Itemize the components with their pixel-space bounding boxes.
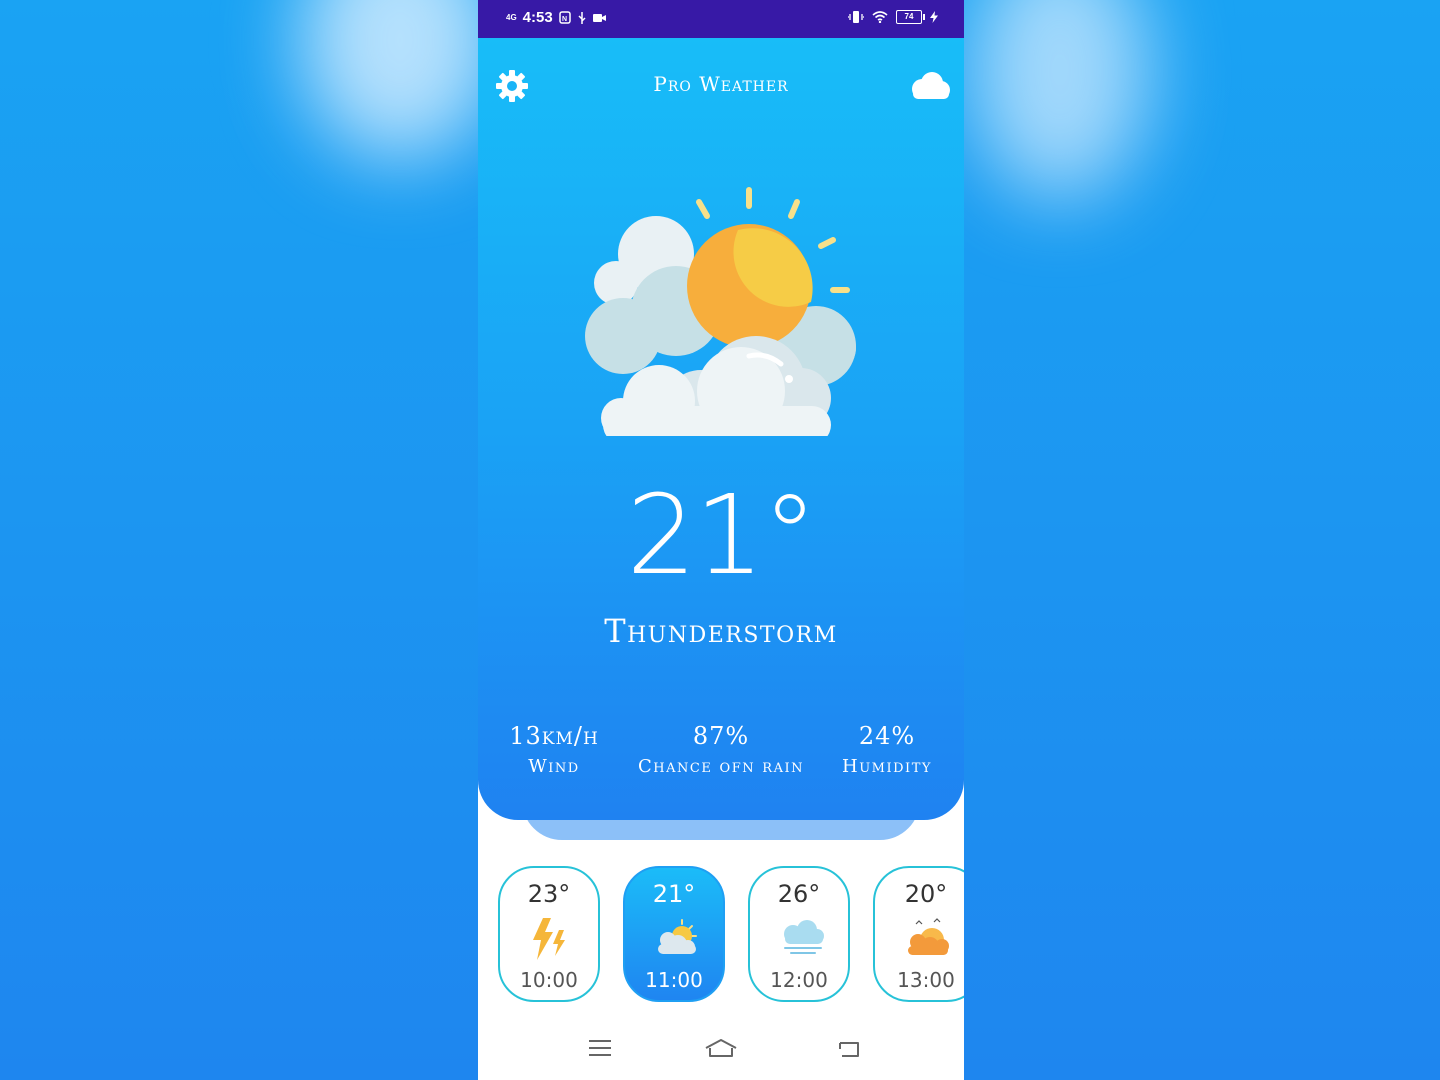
rain-chance-value: 87% [692, 722, 750, 750]
home-icon[interactable] [704, 1038, 738, 1058]
video-icon [592, 13, 606, 22]
fog-cloud-icon [784, 920, 824, 954]
back-icon[interactable] [836, 1038, 862, 1058]
hourly-card-1100[interactable]: 21° 11:00 [623, 866, 725, 1002]
phone-screen: 4G 4:53 N 74 Pro Weather 21° Thunderstor… [478, 0, 964, 1080]
current-weather-panel: Pro Weather 21° Thunderstorm 13km/h Wind… [478, 38, 964, 820]
hourly-card-1300[interactable]: 20° 13:00 [873, 866, 964, 1002]
lightning-icon [533, 918, 565, 960]
humidity-value: 24% [858, 722, 916, 750]
sun-cloud-icon [658, 919, 697, 954]
sun-behind-clouds-icon [585, 187, 856, 436]
menu-icon[interactable] [588, 1038, 612, 1058]
hourly-time: 12:00 [770, 968, 828, 992]
network-label: 4G [506, 12, 517, 22]
svg-text:N: N [562, 16, 567, 23]
hourly-time: 11:00 [645, 968, 703, 992]
cloud-icon[interactable] [908, 71, 952, 101]
sunset-clouds-icon [908, 918, 949, 955]
hourly-temp: 20° [904, 880, 948, 908]
wind-label: Wind [528, 756, 580, 777]
wind-value: 13km/h [509, 722, 599, 750]
humidity-label: Humidity [842, 756, 932, 777]
charging-icon [930, 11, 938, 23]
battery-indicator: 74 [896, 10, 925, 24]
hourly-time: 13:00 [897, 968, 955, 992]
hourly-temp: 21° [652, 880, 696, 908]
hourly-time: 10:00 [520, 968, 578, 992]
rain-chance-stat: 87% Chance ofn rain [621, 722, 821, 777]
humidity-stat: 24% Humidity [826, 722, 948, 777]
hourly-temp: 26° [777, 880, 821, 908]
app-title: Pro Weather [653, 72, 789, 96]
wind-stat: 13km/h Wind [494, 722, 614, 777]
vibrate-icon [848, 11, 864, 23]
clock: 4:53 [522, 9, 553, 26]
hourly-temp: 23° [527, 880, 571, 908]
notification-icon: N [558, 11, 571, 24]
background-glow [300, 0, 500, 160]
background-glow [970, 0, 1150, 200]
hourly-card-1000[interactable]: 23° 10:00 [498, 866, 600, 1002]
system-nav-bar [478, 1030, 964, 1074]
wifi-icon [872, 11, 888, 23]
usb-icon [578, 11, 586, 24]
status-bar: 4G 4:53 N 74 [478, 0, 964, 38]
current-temperature: 21° [626, 471, 818, 599]
rain-chance-label: Chance ofn rain [638, 756, 804, 777]
current-condition: Thunderstorm [604, 612, 838, 650]
hourly-card-1200[interactable]: 26° 12:00 [748, 866, 850, 1002]
